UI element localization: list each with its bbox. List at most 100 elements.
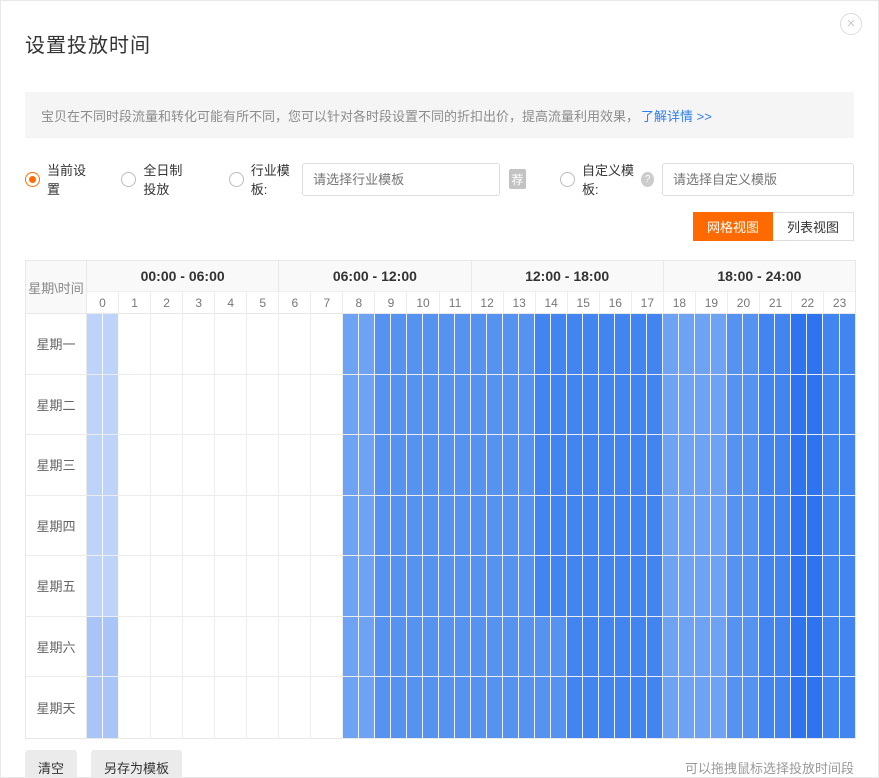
half-hour-cell[interactable]: [263, 375, 279, 435]
half-hour-cell[interactable]: [551, 617, 567, 677]
save-as-template-button[interactable]: 另存为模板: [91, 750, 182, 778]
schedule-cell[interactable]: [599, 617, 631, 677]
half-hour-cell[interactable]: [711, 556, 727, 616]
schedule-cell[interactable]: [215, 435, 247, 495]
half-hour-cell[interactable]: [487, 556, 503, 616]
half-hour-cell[interactable]: [791, 375, 807, 435]
half-hour-cell[interactable]: [199, 375, 215, 435]
half-hour-cell[interactable]: [519, 556, 535, 616]
half-hour-cell[interactable]: [535, 314, 551, 374]
half-hour-cell[interactable]: [423, 435, 439, 495]
half-hour-cell[interactable]: [247, 435, 263, 495]
half-hour-cell[interactable]: [311, 617, 327, 677]
half-hour-cell[interactable]: [487, 496, 503, 556]
schedule-cell[interactable]: [503, 314, 535, 374]
half-hour-cell[interactable]: [295, 314, 311, 374]
half-hour-cell[interactable]: [183, 496, 199, 556]
half-hour-cell[interactable]: [135, 677, 151, 738]
half-hour-cell[interactable]: [551, 375, 567, 435]
half-hour-cell[interactable]: [711, 496, 727, 556]
half-hour-cell[interactable]: [567, 314, 583, 374]
schedule-cell[interactable]: [695, 496, 727, 556]
schedule-cell[interactable]: [695, 435, 727, 495]
half-hour-cell[interactable]: [455, 435, 471, 495]
half-hour-cell[interactable]: [167, 496, 183, 556]
half-hour-cell[interactable]: [631, 677, 647, 738]
half-hour-cell[interactable]: [487, 435, 503, 495]
schedule-cell[interactable]: [663, 375, 695, 435]
half-hour-cell[interactable]: [327, 617, 343, 677]
half-hour-cell[interactable]: [615, 375, 631, 435]
custom-template-input[interactable]: [662, 163, 854, 196]
half-hour-cell[interactable]: [343, 617, 359, 677]
half-hour-cell[interactable]: [695, 435, 711, 495]
half-hour-cell[interactable]: [791, 496, 807, 556]
half-hour-cell[interactable]: [359, 617, 375, 677]
half-hour-cell[interactable]: [231, 556, 247, 616]
half-hour-cell[interactable]: [743, 496, 759, 556]
schedule-cell[interactable]: [87, 496, 119, 556]
half-hour-cell[interactable]: [631, 435, 647, 495]
schedule-cell[interactable]: [343, 677, 375, 738]
half-hour-cell[interactable]: [295, 677, 311, 738]
schedule-cell[interactable]: [151, 375, 183, 435]
half-hour-cell[interactable]: [759, 556, 775, 616]
half-hour-cell[interactable]: [599, 556, 615, 616]
half-hour-cell[interactable]: [167, 435, 183, 495]
half-hour-cell[interactable]: [679, 375, 695, 435]
schedule-cell[interactable]: [599, 375, 631, 435]
half-hour-cell[interactable]: [135, 314, 151, 374]
half-hour-cell[interactable]: [423, 314, 439, 374]
half-hour-cell[interactable]: [647, 677, 663, 738]
half-hour-cell[interactable]: [247, 677, 263, 738]
schedule-cell[interactable]: [535, 435, 567, 495]
half-hour-cell[interactable]: [183, 617, 199, 677]
schedule-cell[interactable]: [247, 617, 279, 677]
half-hour-cell[interactable]: [119, 435, 135, 495]
half-hour-cell[interactable]: [647, 556, 663, 616]
help-icon[interactable]: ?: [641, 172, 654, 187]
half-hour-cell[interactable]: [455, 496, 471, 556]
half-hour-cell[interactable]: [711, 314, 727, 374]
half-hour-cell[interactable]: [231, 435, 247, 495]
half-hour-cell[interactable]: [423, 375, 439, 435]
schedule-cell[interactable]: [87, 556, 119, 616]
half-hour-cell[interactable]: [711, 435, 727, 495]
half-hour-cell[interactable]: [743, 556, 759, 616]
schedule-cell[interactable]: [343, 375, 375, 435]
half-hour-cell[interactable]: [599, 375, 615, 435]
half-hour-cell[interactable]: [215, 677, 231, 738]
schedule-cell[interactable]: [727, 556, 759, 616]
schedule-cell[interactable]: [503, 375, 535, 435]
half-hour-cell[interactable]: [231, 617, 247, 677]
half-hour-cell[interactable]: [247, 314, 263, 374]
half-hour-cell[interactable]: [119, 556, 135, 616]
schedule-cell[interactable]: [791, 677, 823, 738]
half-hour-cell[interactable]: [327, 556, 343, 616]
schedule-cell[interactable]: [567, 677, 599, 738]
schedule-cell[interactable]: [503, 617, 535, 677]
half-hour-cell[interactable]: [840, 314, 856, 374]
schedule-cell[interactable]: [279, 314, 311, 374]
half-hour-cell[interactable]: [455, 677, 471, 738]
radio-selected-icon[interactable]: [25, 172, 40, 187]
half-hour-cell[interactable]: [679, 677, 695, 738]
half-hour-cell[interactable]: [503, 617, 519, 677]
half-hour-cell[interactable]: [215, 556, 231, 616]
schedule-cell[interactable]: [407, 435, 439, 495]
schedule-cell[interactable]: [823, 617, 855, 677]
half-hour-cell[interactable]: [471, 677, 487, 738]
schedule-cell[interactable]: [791, 496, 823, 556]
schedule-cell[interactable]: [407, 375, 439, 435]
half-hour-cell[interactable]: [343, 314, 359, 374]
schedule-cell[interactable]: [247, 677, 279, 738]
schedule-cell[interactable]: [311, 556, 343, 616]
half-hour-cell[interactable]: [823, 617, 840, 677]
half-hour-cell[interactable]: [231, 314, 247, 374]
schedule-cell[interactable]: [695, 375, 727, 435]
schedule-cell[interactable]: [567, 496, 599, 556]
schedule-cell[interactable]: [631, 435, 663, 495]
half-hour-cell[interactable]: [455, 375, 471, 435]
schedule-cell[interactable]: [759, 556, 791, 616]
schedule-cell[interactable]: [663, 496, 695, 556]
